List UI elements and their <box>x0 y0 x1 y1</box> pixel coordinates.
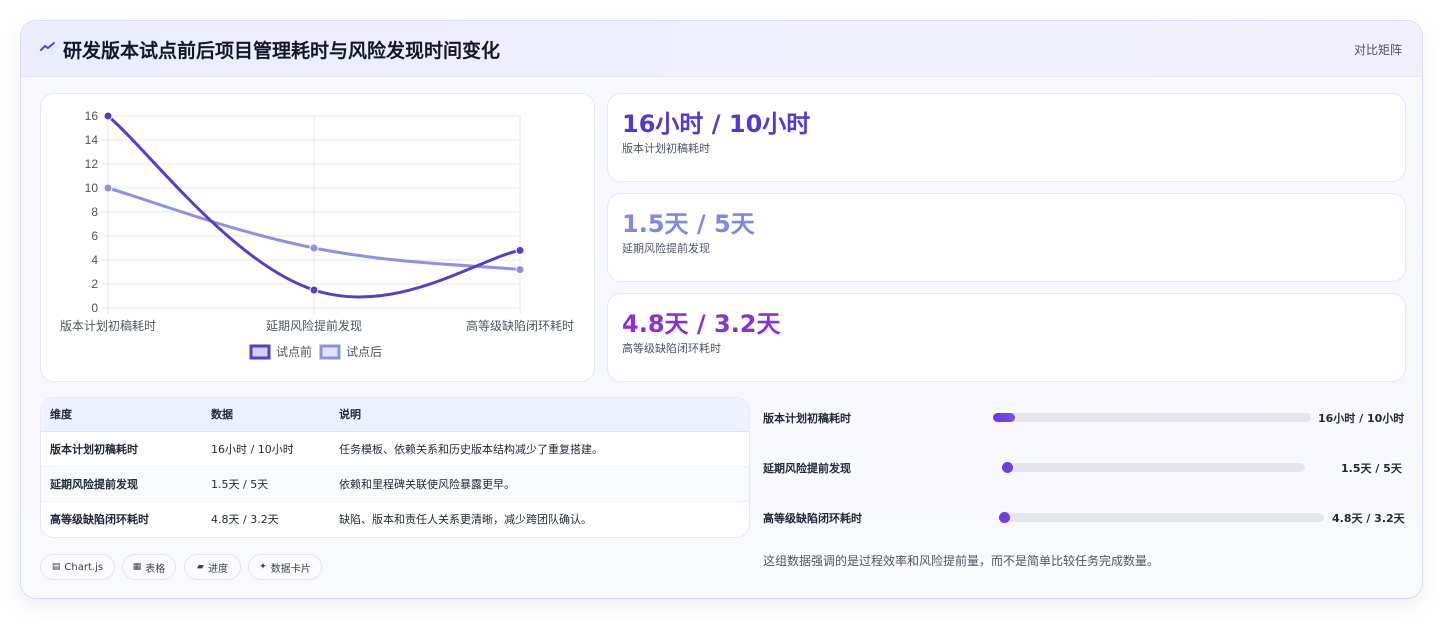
progress-fill <box>999 512 1010 523</box>
stat-card-risk: 1.5天 / 5天 延期风险提前发现 <box>607 193 1406 282</box>
table-cell: 4.8天 / 3.2天 <box>211 512 279 526</box>
progress-track <box>999 512 1324 523</box>
legend-swatch <box>319 344 341 360</box>
table-row: 版本计划初稿耗时 16小时 / 10小时 任务模板、依赖关系和历史版本结构减少了… <box>41 431 749 467</box>
table-cell: 1.5天 / 5天 <box>211 466 339 502</box>
y-tick-label: 12 <box>85 157 99 171</box>
progress-label: 高等级缺陷闭环耗时 <box>763 512 862 525</box>
chip-label: 进度 <box>207 563 228 575</box>
trend-icon <box>40 42 55 51</box>
panel-header: 研发版本试点前后项目管理耗时与风险发现时间变化 对比矩阵 <box>21 21 1422 77</box>
y-tick-label: 16 <box>85 109 99 123</box>
stat-label: 延期风险提前发现 <box>622 242 710 255</box>
progress-label: 延期风险提前发现 <box>763 462 851 475</box>
y-tick-label: 6 <box>91 229 98 243</box>
y-tick-label: 14 <box>85 133 99 147</box>
y-tick-label: 8 <box>91 205 98 219</box>
progress-track <box>1002 462 1305 473</box>
stat-label: 高等级缺陷闭环耗时 <box>622 342 721 355</box>
progress-track <box>993 413 1311 422</box>
stat-card-defect: 4.8天 / 3.2天 高等级缺陷闭环耗时 <box>607 293 1406 382</box>
panel-title: 研发版本试点前后项目管理耗时与风险发现时间变化 <box>63 40 501 62</box>
legend-label: 试点后 <box>346 344 382 359</box>
chip-table[interactable]: ▦ 表格 <box>122 554 176 580</box>
data-point <box>515 245 525 255</box>
column-header: 数据 <box>211 398 339 432</box>
progress-value: 16小时 / 10小时 <box>1318 412 1405 425</box>
table-icon: ▦ <box>132 562 142 572</box>
table-row: 延期风险提前发现 1.5天 / 5天 依赖和里程碑关联使风险暴露更早。 <box>41 466 749 502</box>
data-point <box>103 111 113 121</box>
line-chart: 0 2 4 6 8 10 12 14 16 版本计划初稿耗时 延期风险提前发现 高等级缺陷闭环耗时试点… <box>60 109 574 360</box>
progress-value: 1.5天 / 5天 <box>1341 462 1402 475</box>
y-tick-label: 10 <box>85 181 99 195</box>
sparkle-icon: ✦ <box>259 562 267 572</box>
data-point <box>103 183 113 193</box>
y-tick-label: 4 <box>91 253 98 267</box>
data-point <box>515 265 525 275</box>
x-tick-label: 版本计划初稿耗时 <box>60 318 156 333</box>
stat-value: 4.8天 / 3.2天 <box>622 310 781 338</box>
data-table: 维度 数据 说明 版本计划初稿耗时 16小时 / 10小时 任务模板、依赖关系和… <box>41 398 749 536</box>
chip-cards[interactable]: ✦ 数据卡片 <box>248 554 322 580</box>
table-cell: 版本计划初稿耗时 <box>41 431 211 467</box>
chip-label: 表格 <box>145 563 166 575</box>
chip-label: Chart.js <box>64 561 104 573</box>
column-header: 说明 <box>339 398 749 432</box>
progress-fill <box>993 413 1016 422</box>
column-header: 维度 <box>41 398 211 432</box>
chip-chartjs[interactable]: ▤ Chart.js <box>40 554 115 580</box>
progress-label: 版本计划初稿耗时 <box>763 412 851 425</box>
table-cell: 依赖和里程碑关联使风险暴露更早。 <box>339 466 749 502</box>
stat-value: 1.5天 / 5天 <box>622 210 755 238</box>
line-chart-card: 0 2 4 6 8 10 12 14 16 版本计划初稿耗时 延期风险提前发现 高等级缺陷闭环耗时试点… <box>40 93 595 382</box>
data-point <box>309 285 319 295</box>
x-tick-label: 高等级缺陷闭环耗时 <box>466 318 574 333</box>
progress-icon: ▰ <box>197 562 204 572</box>
summary-note: 这组数据强调的是过程效率和风险提前量，而不是简单比较任务完成数量。 <box>763 554 1160 568</box>
progress-value: 4.8天 / 3.2天 <box>1332 512 1405 525</box>
x-tick-label: 延期风险提前发现 <box>266 318 362 333</box>
data-table-card: 维度 数据 说明 版本计划初稿耗时 16小时 / 10小时 任务模板、依赖关系和… <box>40 397 750 538</box>
stat-card-plan: 16小时 / 10小时 版本计划初稿耗时 <box>607 93 1406 182</box>
stat-value: 16小时 / 10小时 <box>622 110 811 138</box>
table-cell: 16小时 / 10小时 <box>211 431 339 467</box>
table-cell: 任务模板、依赖关系和历史版本结构减少了重复搭建。 <box>339 431 749 467</box>
comparison-panel: 研发版本试点前后项目管理耗时与风险发现时间变化 对比矩阵 0 2 4 6 8 10 12 14… <box>20 20 1423 599</box>
progress-fill <box>1002 462 1013 473</box>
table-header-row: 维度 数据 说明 <box>41 398 749 432</box>
legend-swatch <box>249 344 271 360</box>
table-cell: 缺陷、版本和责任人关系更清晰，减少跨团队确认。 <box>339 512 592 526</box>
chart-icon: ▤ <box>51 562 61 572</box>
stat-label: 版本计划初稿耗时 <box>622 142 710 155</box>
chip-label: 数据卡片 <box>270 563 311 575</box>
table-cell: 延期风险提前发现 <box>41 466 211 502</box>
y-tick-label: 0 <box>91 301 98 315</box>
table-row: 高等级缺陷闭环耗时 4.8天 / 3.2天 缺陷、版本和责任人关系更清晰，减少跨… <box>41 501 749 536</box>
table-cell: 高等级缺陷闭环耗时 <box>50 512 149 526</box>
legend-label: 试点前 <box>276 344 312 359</box>
data-point <box>309 243 319 253</box>
y-tick-label: 2 <box>91 277 98 291</box>
chip-progress[interactable]: ▰ 进度 <box>184 554 241 580</box>
matrix-label: 对比矩阵 <box>1353 43 1402 57</box>
